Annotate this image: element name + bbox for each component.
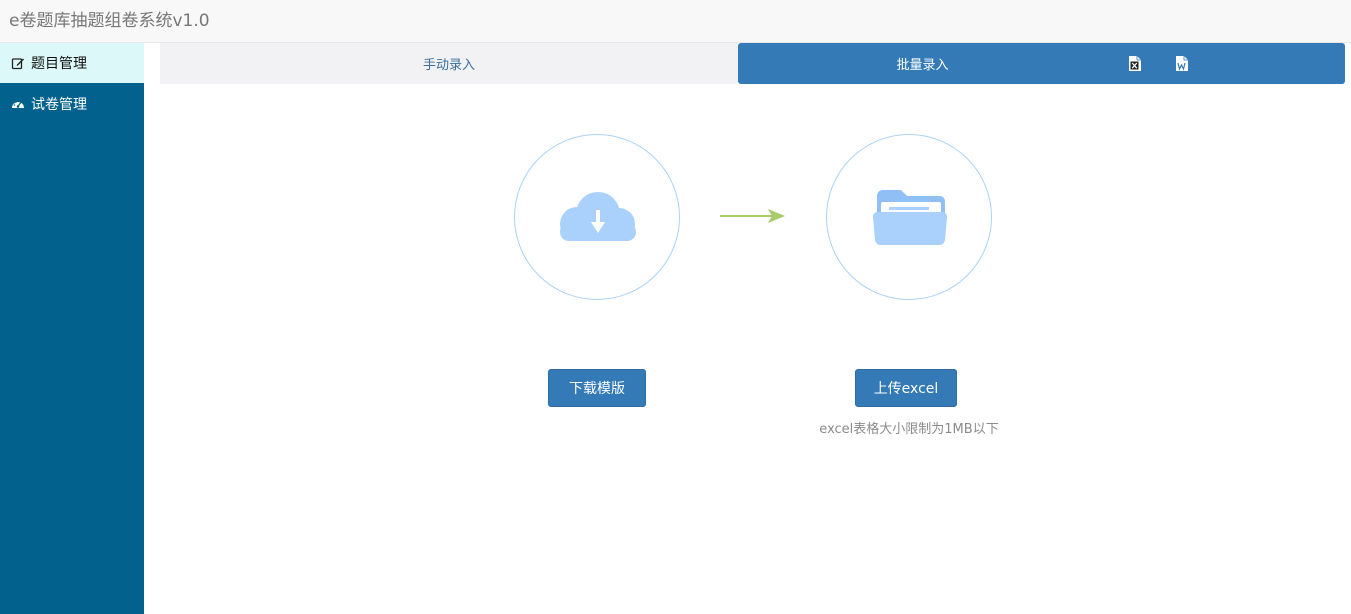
- folder-icon: [873, 190, 947, 245]
- upload-excel-illustration: [826, 134, 992, 300]
- tab-manual-entry[interactable]: 手动录入: [160, 43, 738, 84]
- upload-size-hint: excel表格大小限制为1MB以下: [819, 422, 999, 437]
- download-template-button[interactable]: 下载模版: [548, 369, 646, 407]
- edit-icon: [11, 56, 25, 70]
- dashboard-icon: [11, 97, 25, 111]
- sidebar-item-paper-management[interactable]: 试卷管理: [0, 84, 144, 124]
- sidebar-item-label: 试卷管理: [31, 97, 87, 113]
- download-template-illustration: [514, 134, 680, 300]
- tab-label: 批量录入: [896, 58, 949, 73]
- upload-excel-button[interactable]: 上传excel: [855, 369, 957, 407]
- cloud-download-icon: [560, 192, 636, 241]
- app-title[interactable]: e卷题库抽题组卷系统v1.0: [9, 6, 210, 31]
- top-navbar: e卷题库抽题组卷系统v1.0: [0, 0, 1351, 43]
- entry-tabs: 手动录入 批量录入: [160, 43, 1345, 84]
- button-label: 上传excel: [873, 381, 939, 397]
- button-label: 下载模版: [569, 381, 625, 397]
- sidebar: 题目管理 试卷管理: [0, 43, 144, 614]
- arrow-icon: [720, 209, 785, 223]
- excel-file-icon[interactable]: [1128, 55, 1142, 72]
- sidebar-item-question-management[interactable]: 题目管理: [0, 43, 144, 83]
- tab-label: 手动录入: [422, 58, 475, 73]
- sidebar-item-label: 题目管理: [31, 56, 87, 72]
- word-file-icon[interactable]: [1175, 55, 1189, 72]
- tab-batch-entry[interactable]: 批量录入: [738, 43, 1345, 84]
